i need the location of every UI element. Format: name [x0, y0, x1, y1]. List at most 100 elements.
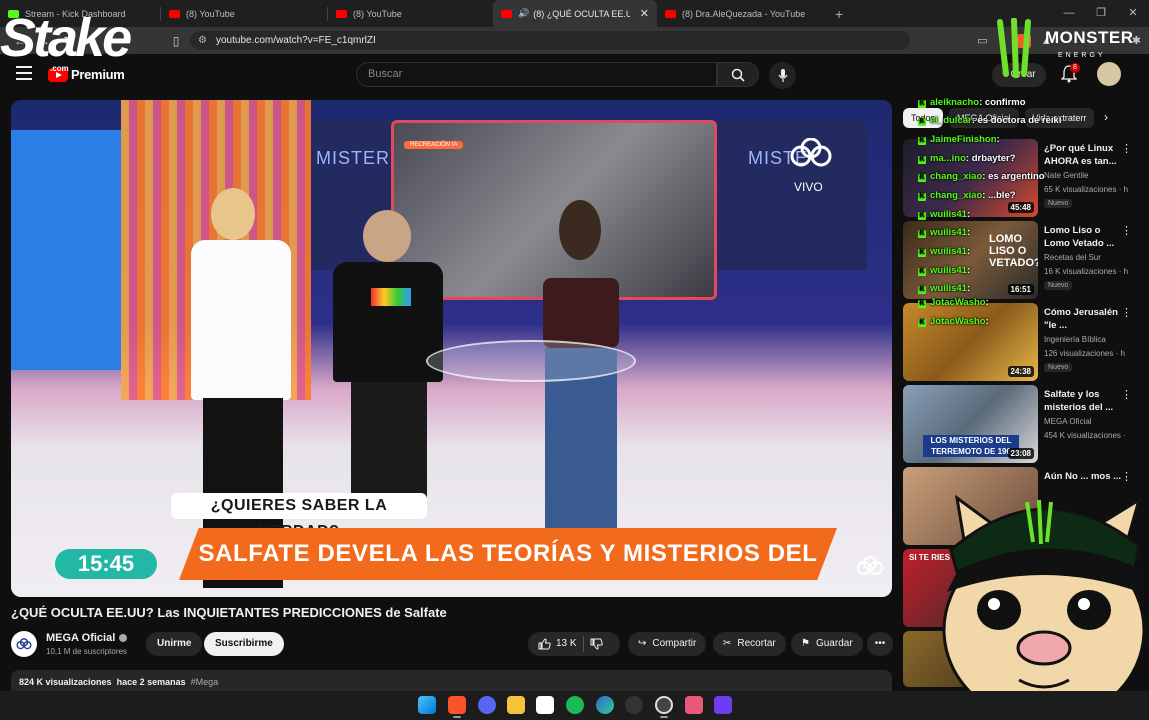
join-button[interactable]: Unirme: [146, 632, 203, 656]
chat-message: Kwuilis41:: [918, 283, 970, 294]
cast-icon[interactable]: ▭: [977, 34, 987, 47]
save-button[interactable]: ⚑ Guardar: [791, 632, 863, 656]
search-icon: [731, 68, 745, 82]
clip-button[interactable]: ✂ Recortar: [713, 632, 786, 656]
tab-youtube-1[interactable]: (8) YouTube: [161, 0, 327, 27]
new-badge: Nuevo: [1044, 363, 1073, 372]
kick-badge-icon: K: [918, 100, 926, 108]
browser-tab-bar: Stream - Kick Dashboard (8) YouTube (8) …: [0, 0, 1149, 27]
kick-badge-icon: K: [918, 174, 926, 182]
recommended-views: 126 visualizaciones · h: [1044, 349, 1125, 358]
channel-name[interactable]: MEGA Oficial: [46, 632, 128, 644]
brave-browser-icon[interactable]: [448, 696, 466, 714]
speaker-icon: 🔊: [518, 8, 530, 18]
obs-icon[interactable]: [655, 696, 673, 714]
channel-avatar[interactable]: [11, 631, 37, 657]
bookmark-save-icon: ⚑: [801, 638, 810, 649]
tab-dra-alequezada[interactable]: (8) Dra.AleQuezada - YouTube: [657, 0, 827, 27]
close-tab-icon[interactable]: ✕: [640, 7, 649, 20]
recommended-video[interactable]: LOS MISTERIOS DEL TERREMOTO DE 196 23:08…: [903, 385, 1141, 463]
like-dislike-group: 13 K: [528, 632, 620, 656]
more-vertical-icon[interactable]: ⋮: [1121, 306, 1132, 319]
live-label: VIVO: [794, 180, 823, 194]
video-title: ¿QUÉ OCULTA EE.UU? Las INQUIETANTES PRED…: [11, 605, 447, 620]
capcut-icon[interactable]: [536, 696, 554, 714]
recommended-channel: MEGA Oficial: [1044, 417, 1092, 426]
video-player[interactable]: MISTERIOS RECREACIÓN IA MISTE VIVO ¿QUIE…: [11, 100, 892, 597]
recommended-video[interactable]: 24:38 Cómo Jerusalén "le ... Ingeniería …: [903, 303, 1141, 381]
microphone-icon: [778, 68, 787, 82]
chat-message: Kwuilis41:: [918, 209, 970, 220]
tab-label: (8) Dra.AleQuezada - YouTube: [682, 8, 806, 19]
windows-start-icon[interactable]: [418, 696, 436, 714]
spotify-icon[interactable]: [566, 696, 584, 714]
bookmark-icon[interactable]: ▯: [164, 34, 188, 48]
recommended-channel: Recetas del Sur: [1044, 253, 1101, 262]
youtube-header: Premium Buscar + Crear 8: [0, 54, 1149, 94]
app-icon[interactable]: [625, 696, 643, 714]
duration-badge: 16:51: [1007, 284, 1034, 295]
chat-username: JotacWasho: [930, 297, 986, 308]
chat-text: :: [985, 316, 989, 327]
edge-icon[interactable]: [596, 696, 614, 714]
chat-username: chang_xiao: [930, 190, 983, 201]
voice-search-button[interactable]: [769, 62, 796, 89]
chat-username: JaimeFinishon: [930, 134, 997, 145]
chat-text: :: [966, 283, 971, 294]
recommended-channel: Ingeniería Bíblica: [1044, 335, 1106, 344]
duration-badge: 24:38: [1007, 366, 1034, 377]
windows-taskbar: [0, 691, 1149, 720]
subscribe-button[interactable]: Suscribirme: [204, 632, 284, 656]
chat-text: : es argentino: [982, 171, 1045, 182]
brave-alt-icon[interactable]: [685, 696, 703, 714]
kick-badge-icon: K: [918, 137, 926, 145]
like-button[interactable]: 13 K: [538, 632, 577, 656]
new-badge: Nuevo: [1044, 199, 1073, 208]
file-explorer-icon[interactable]: [507, 696, 525, 714]
site-info-icon[interactable]: ⚙: [198, 31, 207, 50]
guest-black-shirt: [333, 210, 443, 500]
search-input[interactable]: Buscar: [356, 62, 717, 87]
recommended-views: 65 K visualizaciones · h: [1044, 185, 1129, 194]
hashtag[interactable]: #Mega: [191, 677, 219, 687]
thumbs-down-icon[interactable]: [590, 638, 603, 650]
cat-mascot-overlay: [942, 494, 1146, 720]
tab-active-video[interactable]: 🔊 (8) ¿QUÉ OCULTA EE.UU? Las ✕: [493, 0, 657, 27]
youtube-icon: [169, 9, 180, 18]
tab-youtube-2[interactable]: (8) YouTube: [328, 0, 493, 27]
menu-icon[interactable]: [16, 66, 32, 80]
video-thumbnail: 24:38: [903, 303, 1038, 381]
more-actions-button[interactable]: •••: [867, 632, 893, 656]
share-button[interactable]: ↪ Compartir: [628, 632, 707, 656]
share-icon: ↪: [638, 638, 647, 649]
chat-text: :: [966, 227, 971, 238]
chat-text: : ...ble?: [982, 190, 1016, 201]
kick-badge-icon: K: [918, 300, 926, 308]
active-indicator: [660, 716, 668, 718]
youtube-icon: [336, 9, 347, 18]
more-vertical-icon[interactable]: ⋮: [1121, 142, 1132, 155]
url-field[interactable]: ⚙ youtube.com/watch?v=FE_c1qmrlZI: [190, 31, 910, 50]
chevron-right-icon[interactable]: ›: [1104, 110, 1108, 124]
recommended-title: Cómo Jerusalén "le ...: [1044, 307, 1118, 331]
chat-message: Kwuilis41:: [918, 265, 970, 276]
upload-date: hace 2 semanas: [116, 677, 186, 687]
mega-watermark-icon: [857, 556, 883, 575]
more-horizontal-icon: •••: [874, 638, 886, 649]
chat-text: :: [966, 209, 971, 220]
chat-username: wuilis41: [930, 265, 967, 276]
recommended-channel: Nate Gentile: [1044, 171, 1089, 180]
more-vertical-icon[interactable]: ⋮: [1121, 224, 1132, 237]
discord-icon[interactable]: [478, 696, 496, 714]
address-bar-row: ← → ↻ ▯ ⚙ youtube.com/watch?v=FE_c1qmrlZ…: [0, 27, 1149, 54]
more-vertical-icon[interactable]: ⋮: [1121, 388, 1132, 401]
grid-app-icon[interactable]: [714, 696, 732, 714]
active-indicator: [453, 716, 461, 718]
recommended-title: Lomo Liso o Lomo Vetado ...: [1044, 225, 1115, 249]
chat-message: Kwuilis41:: [918, 246, 970, 257]
chat-text: :: [966, 265, 971, 276]
new-tab-button[interactable]: +: [835, 6, 843, 22]
broadcast-clock: 15:45: [55, 549, 157, 579]
search-button[interactable]: [717, 62, 759, 87]
kick-badge-icon: K: [918, 212, 926, 220]
